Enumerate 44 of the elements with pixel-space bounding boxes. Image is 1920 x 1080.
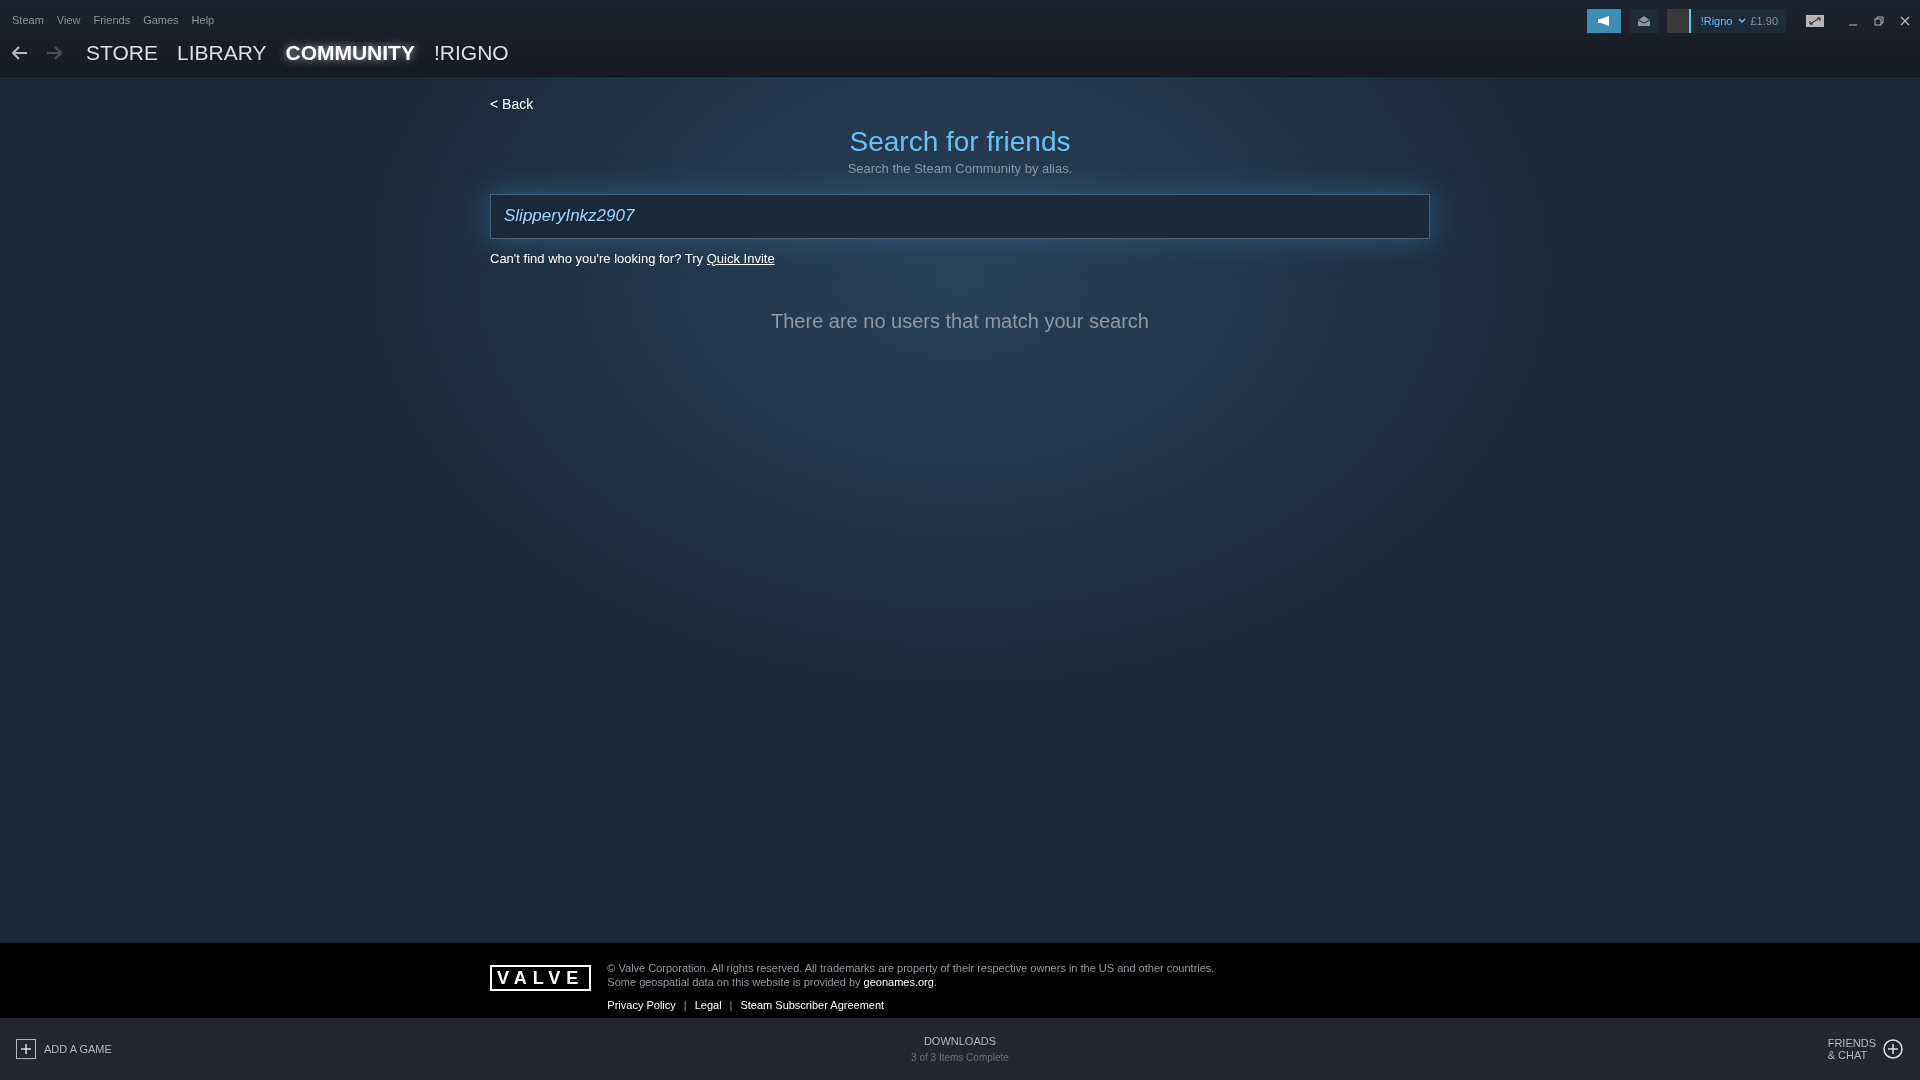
search-field[interactable]: SlipperyInkz2907 (490, 193, 1430, 239)
no-results-message: There are no users that match your search (771, 309, 1149, 334)
add-game-button[interactable]: ADD A GAME (16, 1039, 216, 1059)
avatar (1666, 9, 1691, 33)
footer-link[interactable]: Steam Subscriber Agreement (740, 998, 885, 1012)
close-icon[interactable] (1900, 16, 1910, 26)
friends-chat-button[interactable]: FRIENDS & CHAT (1704, 1037, 1904, 1061)
downloads-title[interactable]: DOWNLOADS (923, 1033, 997, 1050)
big-picture-icon[interactable] (1806, 15, 1824, 27)
geonames-link[interactable]: geonames.org (863, 976, 934, 988)
link-separator: | (683, 998, 687, 1012)
restore-icon[interactable] (1874, 16, 1884, 26)
plus-icon (16, 1039, 36, 1059)
menu-item[interactable]: Friends (93, 12, 131, 29)
envelope-icon (1637, 16, 1650, 26)
footer-link[interactable]: Privacy Policy (607, 998, 676, 1012)
quick-invite-link[interactable]: Quick Invite (706, 250, 775, 266)
account-menu[interactable]: !Rigno £1.90 (1666, 9, 1786, 33)
announcements-button[interactable] (1586, 9, 1621, 33)
megaphone-icon (1596, 16, 1611, 26)
menu-item[interactable]: Help (191, 12, 215, 29)
back-arrow-icon[interactable] (12, 46, 28, 60)
quick-invite-hint: Can't find who you're looking for? Try Quick Invite (490, 249, 776, 268)
caret-icon (1738, 18, 1747, 24)
footer-link[interactable]: Legal (694, 998, 722, 1012)
copyright-text: © Valve Corporation. All rights reserved. All trademarks are property of their respective owners in the US and other countries. (607, 961, 1215, 975)
notifications-button[interactable] (1628, 9, 1659, 33)
geospatial-notice: Some geospatial data on this website is provided by geonames.org. (607, 975, 938, 989)
nav-tab[interactable]: STORE (86, 37, 158, 69)
back-link[interactable]: < Back (490, 94, 534, 115)
downloads-status: 3 of 3 Items Complete (911, 1050, 1009, 1065)
valve-logo: VALVE (490, 965, 592, 991)
page-title: Search for friends (849, 125, 1071, 159)
wallet-balance: £1.90 (1750, 13, 1778, 29)
account-name: !Rigno (1700, 13, 1733, 29)
link-separator: | (729, 998, 733, 1012)
menu-item[interactable]: Steam (12, 12, 44, 29)
menu-item[interactable]: View (56, 12, 81, 29)
nav-tab[interactable]: LIBRARY (176, 37, 267, 69)
nav-tab[interactable]: !RIGNO (433, 37, 509, 69)
menu-item[interactable]: Games (143, 12, 179, 29)
chat-plus-icon (1882, 1038, 1904, 1060)
nav-tab[interactable]: COMMUNITY (285, 37, 415, 69)
page-subtitle: Search the Steam Community by alias. (847, 160, 1073, 178)
